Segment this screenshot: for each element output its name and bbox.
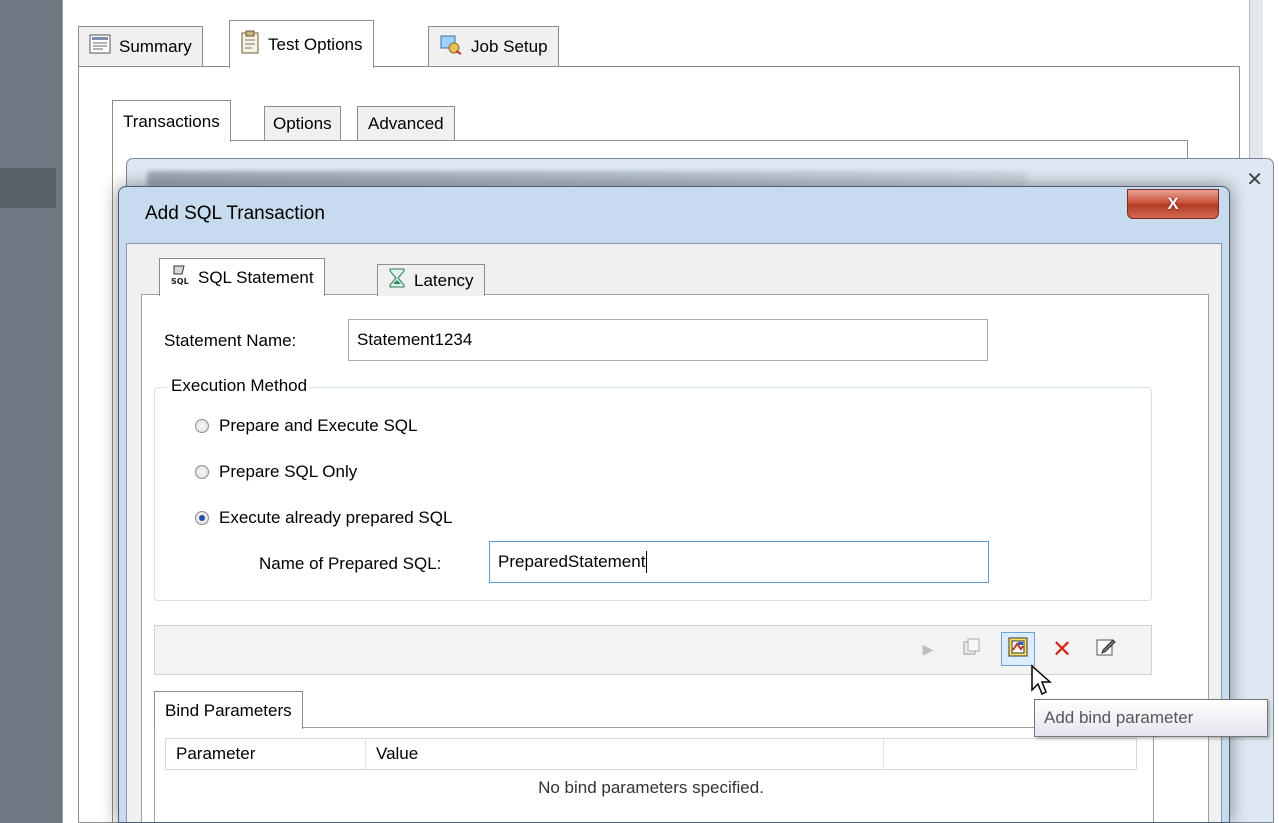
- tab-summary-label: Summary: [119, 36, 192, 56]
- radio-prepare-only[interactable]: Prepare SQL Only: [195, 462, 357, 482]
- tab-sql-statement[interactable]: SQL SQL Statement: [159, 258, 325, 296]
- background-dialog-title: [147, 171, 1027, 187]
- add-bind-parameter-button[interactable]: [1001, 632, 1035, 666]
- column-header-parameter[interactable]: Parameter: [166, 739, 366, 769]
- statement-name-label: Statement Name:: [164, 331, 297, 350]
- bind-parameters-toolbar: ▶ ✕: [154, 625, 1152, 675]
- tab-bind-parameters[interactable]: Bind Parameters: [154, 691, 303, 729]
- sql-icon: SQL: [170, 264, 190, 291]
- tab-latency-label: Latency: [414, 270, 474, 290]
- close-icon: X: [1167, 194, 1179, 213]
- execution-method-legend: Execution Method: [167, 376, 312, 396]
- copy-icon: [962, 637, 982, 662]
- dialog-title: Add SQL Transaction: [145, 203, 325, 224]
- radio-prepare-only-label: Prepare SQL Only: [219, 462, 358, 481]
- run-button[interactable]: ▶: [911, 632, 945, 666]
- tab-transactions[interactable]: Transactions: [112, 100, 231, 142]
- tab-job-setup[interactable]: Job Setup: [428, 26, 559, 66]
- tab-options[interactable]: Options: [264, 106, 341, 140]
- play-icon: ▶: [922, 640, 934, 657]
- hourglass-icon: [388, 268, 406, 293]
- copy-button[interactable]: [955, 632, 989, 666]
- column-header-parameter-label: Parameter: [176, 744, 256, 763]
- tab-transactions-label: Transactions: [123, 111, 220, 131]
- dialog-close-button[interactable]: X: [1127, 189, 1219, 219]
- statement-name-input[interactable]: Statement1234: [348, 319, 988, 361]
- tab-test-options[interactable]: Test Options: [229, 20, 374, 68]
- tab-job-setup-label: Job Setup: [471, 36, 548, 56]
- execution-method-group: Execution Method Prepare and Execute SQL…: [154, 376, 1152, 601]
- left-navigation-strip: [0, 0, 62, 823]
- add-bind-parameter-icon: [1007, 636, 1029, 663]
- prepared-name-label: Name of Prepared SQL:: [259, 554, 442, 573]
- radio-prepare-and-execute-label: Prepare and Execute SQL: [219, 416, 418, 435]
- column-header-value[interactable]: Value: [366, 739, 884, 769]
- tab-test-options-label: Test Options: [268, 34, 363, 54]
- tab-sql-statement-label: SQL Statement: [198, 267, 314, 287]
- tab-latency[interactable]: Latency: [377, 264, 485, 296]
- edit-button[interactable]: [1089, 632, 1123, 666]
- radio-button[interactable]: [195, 419, 209, 433]
- prepared-name-input[interactable]: PreparedStatement: [489, 541, 989, 583]
- radio-prepare-and-execute[interactable]: Prepare and Execute SQL: [195, 416, 417, 436]
- bind-parameters-empty-message: No bind parameters specified.: [538, 778, 764, 797]
- statement-name-value: Statement1234: [357, 330, 473, 349]
- delete-button[interactable]: ✕: [1045, 632, 1079, 666]
- radio-button[interactable]: [195, 465, 209, 479]
- mouse-pointer-icon: [1030, 664, 1052, 701]
- summary-sheet-icon: [89, 34, 111, 59]
- tab-advanced-label: Advanced: [368, 113, 444, 133]
- prepared-name-value: PreparedStatement: [498, 552, 646, 571]
- tab-options-label: Options: [273, 113, 332, 133]
- sql-statement-panel: Statement Name: Statement1234 Execution …: [141, 294, 1209, 822]
- tab-bind-parameters-label: Bind Parameters: [165, 700, 292, 720]
- svg-text:SQL: SQL: [171, 277, 189, 286]
- bind-parameters-grid-panel: Parameter Value No bind parameters speci…: [154, 727, 1154, 822]
- tab-summary[interactable]: Summary: [78, 26, 203, 66]
- background-close-icon[interactable]: ✕: [1246, 167, 1263, 192]
- job-setup-icon: [439, 33, 463, 60]
- text-caret: [646, 551, 648, 573]
- radio-execute-prepared[interactable]: Execute already prepared SQL: [195, 508, 452, 528]
- add-bind-parameter-tooltip: Add bind parameter: [1034, 699, 1268, 737]
- clipboard-icon: [240, 30, 260, 59]
- radio-button-checked[interactable]: [195, 511, 209, 525]
- radio-execute-prepared-label: Execute already prepared SQL: [219, 508, 453, 527]
- column-header-value-label: Value: [376, 744, 419, 763]
- delete-icon: ✕: [1051, 635, 1073, 663]
- bind-parameters-grid: Parameter Value: [165, 738, 1137, 770]
- edit-icon: [1095, 636, 1117, 663]
- left-strip-selected-item[interactable]: [0, 168, 56, 208]
- tab-advanced[interactable]: Advanced: [357, 106, 455, 140]
